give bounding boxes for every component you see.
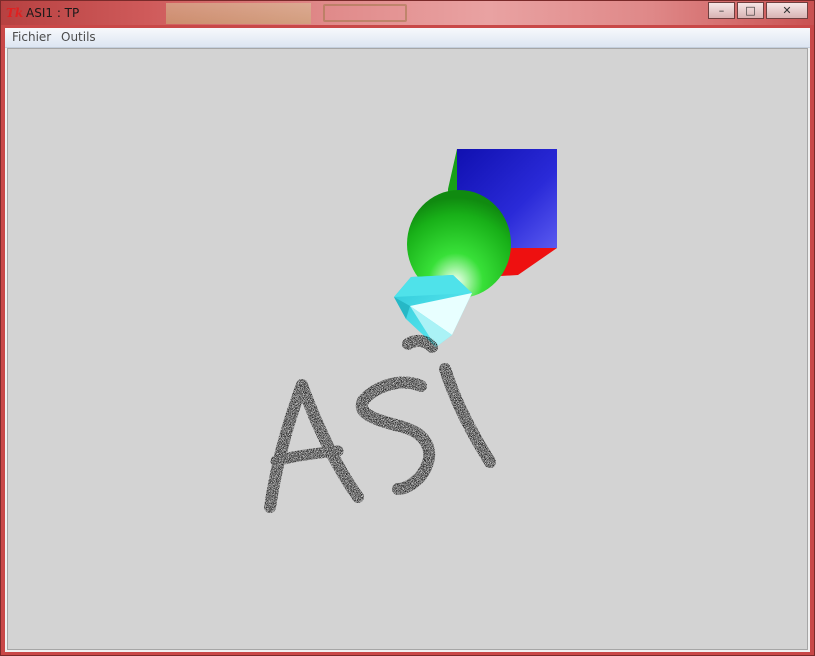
opengl-canvas[interactable] xyxy=(7,48,808,650)
window-client-area: Fichier Outils xyxy=(5,28,810,652)
window-controls: – □ ✕ xyxy=(708,2,808,19)
close-icon: ✕ xyxy=(782,4,792,17)
maximize-icon: □ xyxy=(745,4,756,17)
cyan-cone xyxy=(394,275,472,347)
close-button[interactable]: ✕ xyxy=(766,2,808,19)
scene-render xyxy=(264,149,557,513)
handwritten-asi xyxy=(264,334,496,513)
menu-bar: Fichier Outils xyxy=(5,28,810,48)
menu-outils[interactable]: Outils xyxy=(61,30,96,45)
minimize-icon: – xyxy=(718,4,725,17)
application-window: Tk ASI1 : TP – □ ✕ Fichier Outils xyxy=(0,0,815,656)
title-bar[interactable]: Tk ASI1 : TP – □ ✕ xyxy=(1,1,814,25)
menu-fichier[interactable]: Fichier xyxy=(12,30,51,45)
background-window-blur xyxy=(323,4,407,22)
window-title: ASI1 : TP xyxy=(26,6,80,20)
minimize-button[interactable]: – xyxy=(708,2,735,19)
maximize-button[interactable]: □ xyxy=(737,2,764,19)
tk-feather-icon: Tk xyxy=(6,6,24,20)
background-window-blur xyxy=(166,3,311,24)
